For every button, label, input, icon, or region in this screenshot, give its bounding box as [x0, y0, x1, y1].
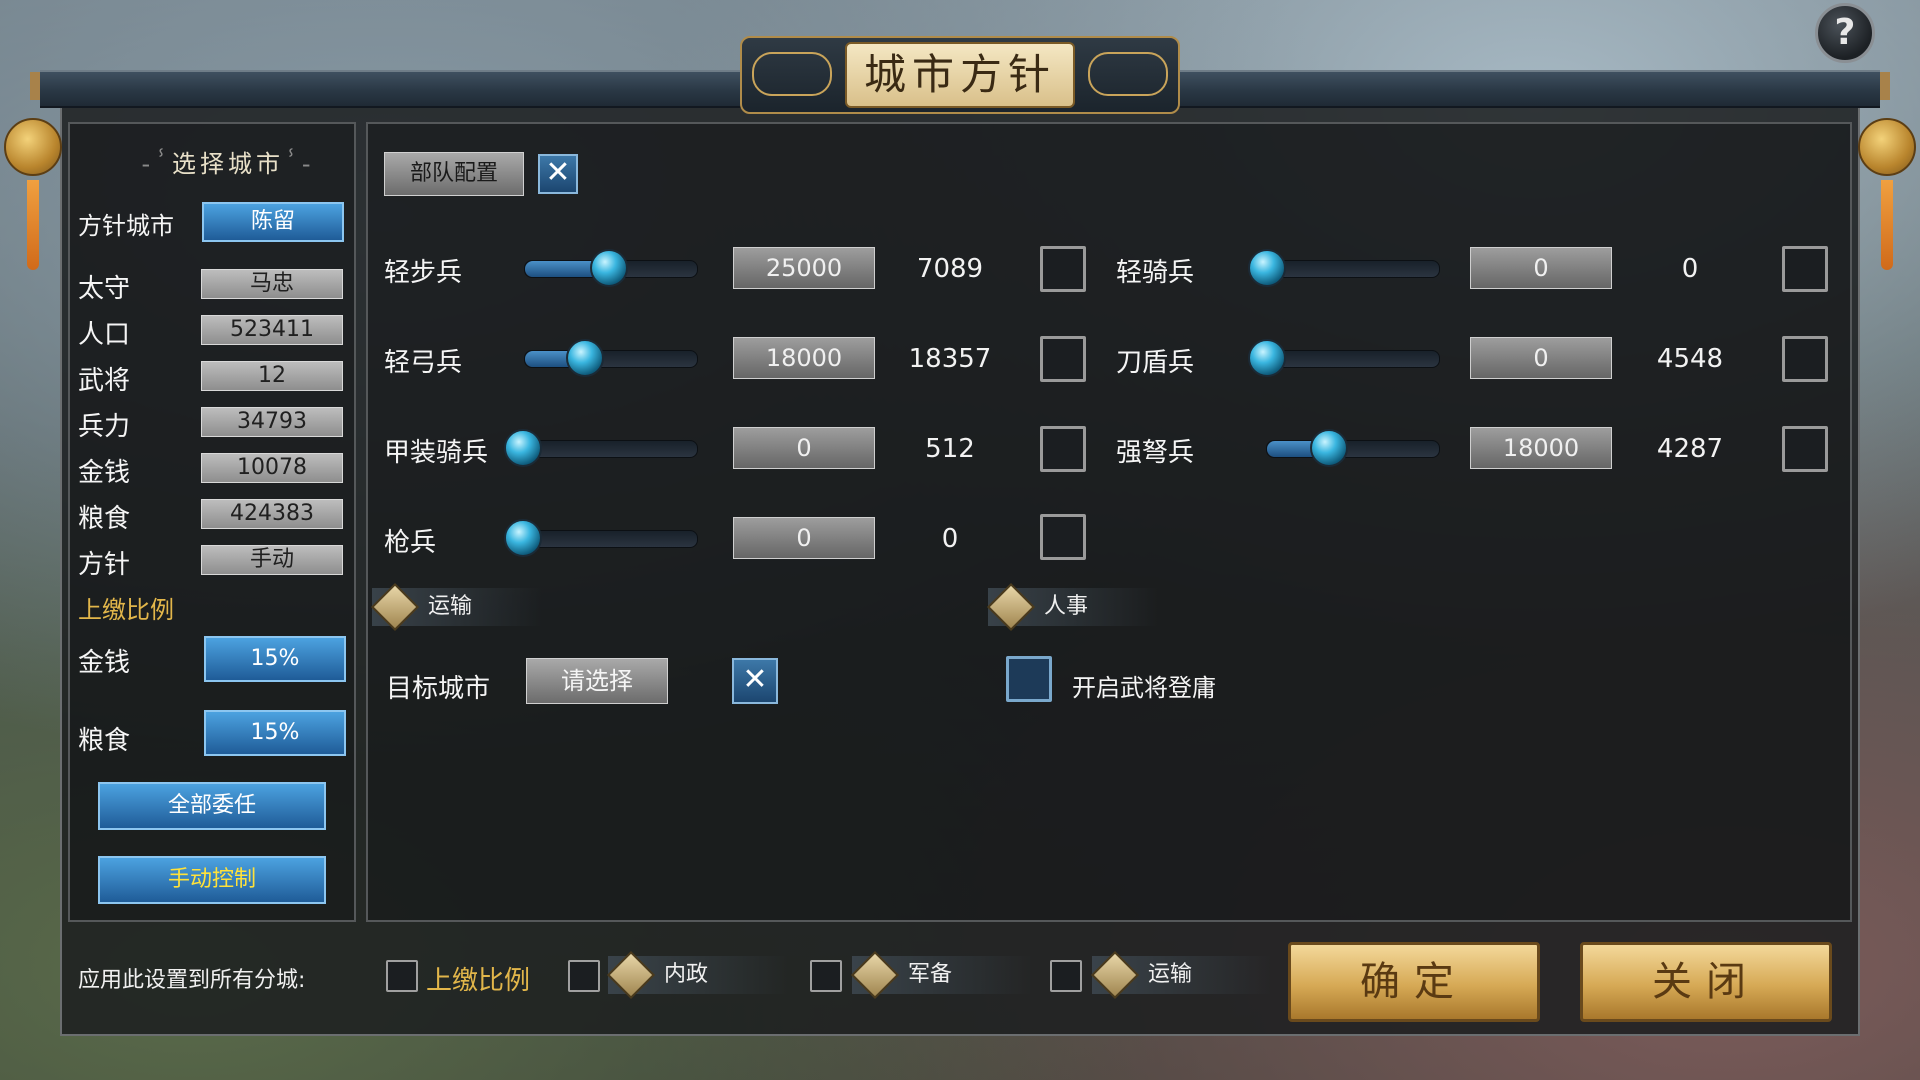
troop-name: 轻弓兵: [384, 348, 463, 378]
apply-military-checkbox[interactable]: [810, 960, 842, 992]
slider-knob[interactable]: [1310, 429, 1348, 467]
slider-knob[interactable]: [590, 249, 628, 287]
troop-config-tab[interactable]: 部队配置: [384, 152, 524, 196]
slider-knob[interactable]: [504, 519, 542, 557]
troop-count: 0: [1681, 254, 1699, 284]
tribute-heading: 上缴比例: [78, 596, 174, 624]
stat-label: 方针: [78, 550, 131, 580]
content-panel: [366, 122, 1852, 922]
policy-city-label: 方针城市: [78, 212, 174, 240]
troop-name: 轻骑兵: [1116, 258, 1195, 288]
stat-label: 武将: [78, 366, 131, 396]
troop-target-input[interactable]: 25000: [733, 247, 875, 289]
troop-slider[interactable]: [1266, 260, 1440, 278]
tassel-left: [27, 180, 39, 270]
troop-target-input[interactable]: 18000: [1470, 427, 1612, 469]
confirm-button[interactable]: 确定: [1288, 942, 1540, 1022]
stat-value: 10078: [201, 453, 343, 483]
apply-tribute-label: 上缴比例: [426, 966, 531, 996]
troop-slider[interactable]: [524, 440, 698, 458]
troop-count: 0: [941, 524, 959, 554]
troop-target-input[interactable]: 0: [733, 517, 875, 559]
enable-promotion-label: 开启武将登庸: [1072, 674, 1216, 702]
apply-transport-checkbox[interactable]: [1050, 960, 1082, 992]
tassel-right: [1881, 180, 1893, 270]
delegate-all-button[interactable]: 全部委任: [98, 782, 326, 830]
tribute-money-select[interactable]: 15%: [204, 636, 346, 682]
troop-count: 18357: [908, 344, 992, 374]
troop-checkbox[interactable]: [1040, 426, 1086, 472]
stat-value: 424383: [201, 499, 343, 529]
troop-name: 强弩兵: [1116, 438, 1195, 468]
troop-checkbox[interactable]: [1782, 426, 1828, 472]
help-button[interactable]: ?: [1815, 3, 1875, 63]
close-icon[interactable]: ✕: [538, 154, 578, 194]
apply-tribute-checkbox[interactable]: [386, 960, 418, 992]
troop-checkbox[interactable]: [1782, 336, 1828, 382]
troop-count: 7089: [916, 254, 984, 284]
troop-slider[interactable]: [524, 350, 698, 368]
stat-label: 金钱: [78, 458, 131, 488]
slider-knob[interactable]: [504, 429, 542, 467]
close-icon[interactable]: ✕: [732, 658, 778, 704]
troop-checkbox[interactable]: [1782, 246, 1828, 292]
slider-knob[interactable]: [1248, 339, 1286, 377]
troop-count: 4287: [1656, 434, 1724, 464]
troop-count: 512: [925, 434, 975, 464]
troop-slider[interactable]: [524, 530, 698, 548]
target-city-label: 目标城市: [386, 674, 491, 704]
troop-target-input[interactable]: 18000: [733, 337, 875, 379]
question-icon: ?: [1834, 12, 1856, 53]
tribute-food-select[interactable]: 15%: [204, 710, 346, 756]
scroll-rod-right: [1880, 72, 1890, 100]
medallion-right-icon: [1858, 118, 1916, 176]
troop-checkbox[interactable]: [1040, 336, 1086, 382]
troop-name: 枪兵: [384, 528, 437, 558]
manual-control-button[interactable]: 手动控制: [98, 856, 326, 904]
troop-target-input[interactable]: 0: [733, 427, 875, 469]
stat-value: 34793: [201, 407, 343, 437]
troop-checkbox[interactable]: [1040, 246, 1086, 292]
tribute-label: 金钱: [78, 648, 131, 678]
select-city-heading: -ⸯ选择城市ⸯ-: [141, 150, 315, 178]
scroll-rod-left: [30, 72, 40, 100]
troop-name: 轻步兵: [384, 258, 463, 288]
cloud-ornament-left-icon: [752, 52, 832, 96]
tribute-label: 粮食: [78, 726, 131, 756]
troop-count: 4548: [1656, 344, 1724, 374]
troop-target-input[interactable]: 0: [1470, 337, 1612, 379]
troop-name: 刀盾兵: [1116, 348, 1195, 378]
stat-value: 12: [201, 361, 343, 391]
slider-knob[interactable]: [1248, 249, 1286, 287]
target-city-select[interactable]: 请选择: [526, 658, 668, 704]
enable-promotion-checkbox[interactable]: [1006, 656, 1052, 702]
troop-target-input[interactable]: 0: [1470, 247, 1612, 289]
troop-slider[interactable]: [1266, 350, 1440, 368]
apply-domestic-checkbox[interactable]: [568, 960, 600, 992]
troop-slider[interactable]: [1266, 440, 1440, 458]
troop-checkbox[interactable]: [1040, 514, 1086, 560]
stat-value: 523411: [201, 315, 343, 345]
apply-all-label: 应用此设置到所有分城:: [78, 968, 306, 993]
cloud-ornament-right-icon: [1088, 52, 1168, 96]
page-title: 城市方针: [845, 42, 1075, 108]
stat-label: 兵力: [78, 412, 131, 442]
slider-knob[interactable]: [566, 339, 604, 377]
stat-label: 人口: [78, 320, 131, 350]
stat-label: 太守: [78, 274, 131, 304]
stat-value: 手动: [201, 545, 343, 575]
stat-value: 马忠: [201, 269, 343, 299]
medallion-left-icon: [4, 118, 62, 176]
close-button[interactable]: 关闭: [1580, 942, 1832, 1022]
stat-label: 粮食: [78, 504, 131, 534]
policy-city-select[interactable]: 陈留: [202, 202, 344, 242]
troop-name: 甲装骑兵: [384, 438, 489, 468]
